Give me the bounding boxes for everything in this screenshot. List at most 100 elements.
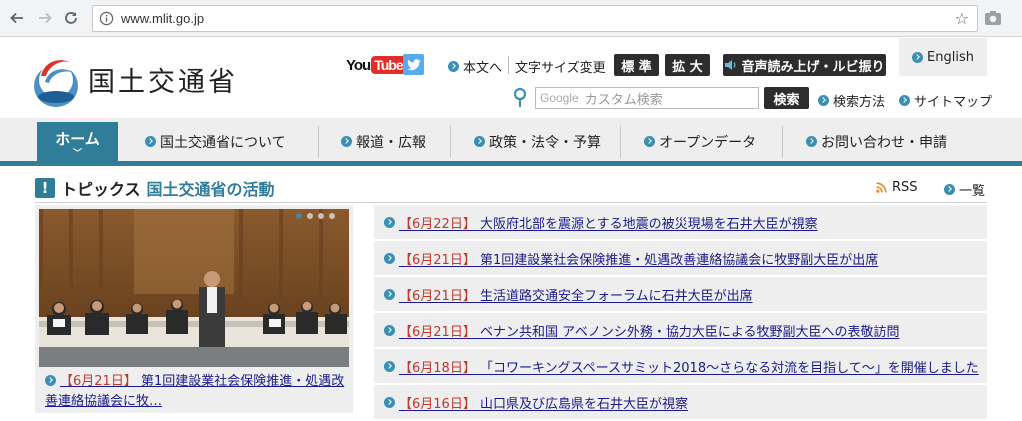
topics-divider	[35, 202, 987, 203]
news-item[interactable]: 【6月16日】 山口県及び広島県を石井大臣が視察	[374, 385, 987, 419]
back-icon[interactable]	[6, 7, 28, 29]
browser-toolbar: www.mlit.go.jp ☆	[0, 0, 1022, 37]
nav-item-opendata[interactable]: オープンデータ	[644, 122, 756, 161]
search-input[interactable]: Google カスタム検索	[535, 87, 759, 109]
featured-topic-link[interactable]: 【6月21日】 第1回建設業社会保険推進・処遇改善連絡協議会に牧…	[45, 374, 344, 409]
news-item[interactable]: 【6月21日】 ベナン共和国 アベノンシ外務・協力大臣による牧野副大臣への表敬訪…	[374, 313, 987, 347]
youtube-link[interactable]: You Tube	[346, 54, 406, 76]
news-date: 【6月21日】	[399, 288, 476, 304]
news-item[interactable]: 【6月22日】 大阪府北部を震源とする地震の被災現場を石井大臣が視察	[374, 205, 987, 239]
topics-subtitle: 国土交通省の活動	[146, 180, 275, 199]
news-item[interactable]: 【6月21日】 生活道路交通安全フォーラムに石井大臣が出席	[374, 277, 987, 311]
carousel-dot[interactable]	[318, 213, 324, 219]
news-text: 大阪府北部を震源とする地震の被災現場を石井大臣が視察	[479, 216, 818, 232]
nav-item-label: 国土交通省について	[160, 134, 286, 151]
speaker-icon	[725, 60, 736, 70]
exclamation-icon: !	[35, 178, 55, 198]
news-link[interactable]: 【6月22日】 大阪府北部を震源とする地震の被災現場を石井大臣が視察	[399, 213, 818, 232]
news-link[interactable]: 【6月18日】 「コワーキングスペースサミット2018～さらなる対流を目指して～…	[399, 357, 979, 376]
arrow-bullet-icon	[341, 136, 352, 147]
news-link[interactable]: 【6月21日】 ベナン共和国 アベノンシ外務・協力大臣による牧野副大臣への表敬訪…	[399, 321, 899, 340]
rss-label: RSS	[892, 180, 918, 195]
news-date: 【6月16日】	[399, 396, 476, 412]
carousel-dot[interactable]	[329, 213, 335, 219]
arrow-bullet-icon	[912, 51, 924, 63]
nav-item-about[interactable]: 国土交通省について	[145, 122, 286, 161]
arrow-bullet-icon	[384, 252, 395, 264]
list-all-link[interactable]: 一覧	[944, 180, 985, 199]
arrow-bullet-icon	[145, 136, 156, 147]
nav-item-label: お問い合わせ・申請	[821, 134, 947, 151]
nav-item-policy[interactable]: 政策・法令・予算	[474, 122, 601, 161]
carousel-dot[interactable]	[307, 213, 313, 219]
address-bar[interactable]: www.mlit.go.jp ☆	[92, 5, 978, 32]
nav-item-press[interactable]: 報道・広報	[341, 122, 426, 161]
read-aloud-button[interactable]: 音声読み上げ・ルビ振り	[723, 54, 886, 76]
rss-icon	[876, 182, 887, 193]
camera-icon[interactable]	[984, 9, 1002, 27]
news-item[interactable]: 【6月21日】 第1回建設業社会保険推進・処遇改善連絡協議会に牧野副大臣が出席	[374, 241, 987, 275]
topics-title: トピックス	[61, 180, 141, 199]
youtube-logo-you: You	[346, 56, 371, 74]
forward-icon[interactable]	[34, 7, 56, 29]
arrow-bullet-icon	[384, 288, 395, 300]
nav-divider	[782, 126, 783, 158]
news-text: ベナン共和国 アベノンシ外務・協力大臣による牧野副大臣への表敬訪問	[479, 324, 900, 340]
arrow-bullet-icon	[45, 375, 56, 386]
featured-topic-caption[interactable]: 【6月21日】 第1回建設業社会保険推進・処遇改善連絡協議会に牧…	[45, 372, 345, 412]
search-button[interactable]: 検索	[764, 87, 809, 109]
chevron-down-icon: ﹀	[72, 148, 82, 159]
nav-item-label: オープンデータ	[659, 134, 757, 151]
info-icon[interactable]	[99, 11, 114, 26]
nav-divider	[450, 126, 451, 158]
youtube-logo-tube: Tube	[371, 56, 406, 74]
nav-home[interactable]: ホーム ﹀	[37, 122, 118, 163]
reload-icon[interactable]	[60, 7, 82, 29]
carousel-indicators	[296, 213, 335, 219]
header-divider	[508, 56, 509, 74]
font-standard-button[interactable]: 標 準	[614, 54, 659, 76]
nav-home-label: ホーム	[55, 129, 100, 148]
news-link[interactable]: 【6月21日】 第1回建設業社会保険推進・処遇改善連絡協議会に牧野副大臣が出席	[399, 249, 878, 268]
news-text: 生活道路交通安全フォーラムに石井大臣が出席	[479, 288, 753, 304]
news-text: 「コワーキングスペースサミット2018～さらなる対流を目指して～」を開催しました	[479, 360, 979, 376]
news-text: 第1回建設業社会保険推進・処遇改善連絡協議会に牧野副大臣が出席	[479, 252, 879, 268]
bookmark-star-icon[interactable]: ☆	[955, 10, 969, 28]
news-link[interactable]: 【6月16日】 山口県及び広島県を石井大臣が視察	[399, 393, 688, 412]
news-date: 【6月21日】	[399, 252, 476, 268]
rss-link[interactable]: RSS	[876, 180, 918, 195]
twitter-bird-icon	[406, 58, 420, 70]
nav-divider	[620, 126, 621, 158]
arrow-bullet-icon	[899, 95, 910, 106]
nav-item-label: 政策・法令・予算	[489, 134, 601, 151]
english-label: English	[927, 49, 974, 65]
url-text: www.mlit.go.jp	[121, 11, 205, 26]
nav-item-contact[interactable]: お問い合わせ・申請	[806, 122, 947, 161]
arrow-bullet-icon	[384, 216, 395, 228]
font-enlarge-button[interactable]: 拡 大	[665, 54, 710, 76]
sitemap-link[interactable]: サイトマップ	[899, 91, 992, 110]
featured-topic-photo[interactable]	[39, 209, 349, 367]
nav-divider	[318, 126, 319, 158]
topics-heading: ! トピックス 国土交通省の活動	[35, 176, 275, 200]
news-list: 【6月22日】 大阪府北部を震源とする地震の被災現場を石井大臣が視察 【6月21…	[374, 205, 987, 421]
news-link[interactable]: 【6月21日】 生活道路交通安全フォーラムに石井大臣が出席	[399, 285, 753, 304]
arrow-bullet-icon	[818, 95, 829, 106]
search-help-label: 検索方法	[833, 95, 886, 110]
google-label: Google	[540, 91, 579, 105]
font-size-text: 文字サイズ変更	[515, 61, 606, 76]
arrow-bullet-icon	[944, 184, 955, 195]
site-title: 国土交通省	[88, 67, 238, 97]
twitter-link[interactable]	[403, 54, 424, 75]
arrow-bullet-icon	[384, 360, 395, 372]
featured-topic-date: 【6月21日】	[60, 374, 137, 389]
search-help-link[interactable]: 検索方法	[818, 91, 885, 110]
carousel-dot[interactable]	[296, 213, 302, 219]
skip-to-content-link[interactable]: 本文へ	[448, 57, 502, 76]
news-item[interactable]: 【6月18日】 「コワーキングスペースサミット2018～さらなる対流を目指して～…	[374, 349, 987, 383]
arrow-bullet-icon	[448, 61, 459, 72]
read-aloud-label: 音声読み上げ・ルビ振り	[741, 59, 885, 75]
arrow-bullet-icon	[384, 396, 395, 408]
site-logo[interactable]: 国土交通省	[32, 52, 262, 110]
english-link[interactable]: English	[899, 38, 987, 76]
